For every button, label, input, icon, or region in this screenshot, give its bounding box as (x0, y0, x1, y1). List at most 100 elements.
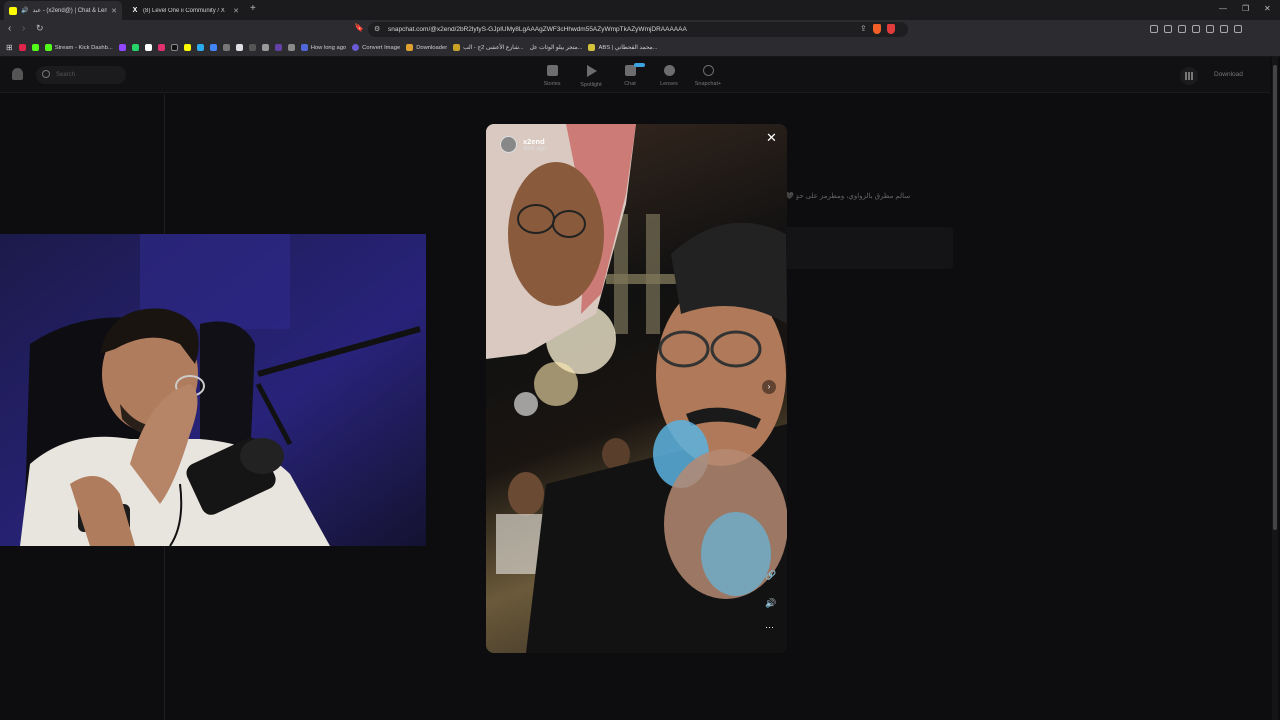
bookmark-favicon-icon (287, 44, 295, 51)
story-user[interactable]: x2end 49m ago (500, 136, 546, 153)
search-input[interactable]: Search (36, 66, 126, 84)
tab-snapchat[interactable]: 🔊 عبد - (x2end@) | Chat & Lenses ✕ (4, 1, 122, 20)
speaker-icon: 🔊 (21, 8, 29, 14)
bookmark-item[interactable]: شارع الأعشى 2ج - الب... (453, 44, 524, 51)
apps-grid-icon[interactable]: ⊞ (6, 43, 13, 52)
bookmark-item[interactable] (235, 44, 243, 51)
new-tab-button[interactable]: + (250, 3, 256, 14)
tab-x[interactable]: X (8) Level One ii Community / X ✕ (126, 1, 244, 20)
search-placeholder: Search (56, 72, 76, 78)
avatar[interactable] (500, 136, 517, 153)
nav-chat[interactable]: Chat (610, 63, 650, 87)
minimize-icon[interactable]: — (1219, 4, 1227, 13)
bookmark-item[interactable]: How long ago (300, 44, 346, 51)
webcam-overlay (0, 234, 426, 546)
snapchat-logo-icon[interactable] (12, 68, 23, 80)
sidebar-icon[interactable] (1192, 25, 1200, 33)
bookmark-item[interactable] (31, 44, 39, 51)
address-bar: ‹ › ↻ 🔖 ⚙ snapchat.com/@x2end/2bR2lytyS-… (0, 20, 1280, 39)
background-card (760, 227, 953, 269)
bookmark-item[interactable] (118, 44, 126, 51)
x-icon (144, 44, 152, 51)
bookmark-item[interactable] (248, 44, 256, 51)
site-info-icon[interactable]: ⚙ (374, 25, 380, 33)
extension-icon[interactable] (1150, 25, 1158, 33)
bookmark-item[interactable] (274, 44, 282, 51)
reload-icon[interactable]: ↻ (36, 23, 44, 34)
bookmark-item[interactable]: ABS | محمد القحطاني... (588, 44, 658, 51)
nav-label: Snapchat+ (694, 81, 722, 87)
nav-stories[interactable]: Stories (532, 65, 572, 87)
bookmark-label: Convert Image (362, 44, 401, 51)
restore-icon[interactable]: ❐ (1242, 4, 1249, 13)
bookmark-icon[interactable]: 🔖 (354, 23, 364, 32)
volume-icon[interactable]: 🔊 (765, 598, 776, 609)
bookmark-item[interactable] (144, 44, 152, 51)
user-info: x2end 49m ago (523, 137, 546, 152)
bookmark-item[interactable] (18, 44, 26, 51)
brave-shield-icon[interactable] (872, 24, 881, 34)
back-icon[interactable]: ‹ (8, 23, 11, 34)
background-caption: سالم مطرق بالزواوي، ومطرمز على حدٍ 🖤 (785, 193, 911, 200)
browser-tab-bar: 🔊 عبد - (x2end@) | Chat & Lenses ✕ X (8)… (0, 0, 1280, 20)
instagram-icon (157, 44, 165, 51)
bookmark-label: ABS | محمد القحطاني... (598, 44, 658, 51)
tab-close-icon[interactable]: ✕ (233, 7, 239, 15)
chat-icon (624, 65, 636, 76)
stories-icon (546, 65, 558, 76)
bookmark-item[interactable] (157, 44, 165, 51)
bookmark-item[interactable] (287, 44, 295, 51)
bookmark-item[interactable]: Convert Image (352, 44, 400, 51)
more-icon[interactable]: ⋯ (765, 622, 774, 633)
nav-spotlight[interactable]: Spotlight (571, 65, 611, 88)
nav-lenses[interactable]: Lenses (649, 65, 689, 87)
forward-icon[interactable]: › (22, 23, 25, 34)
play-icon (587, 65, 597, 77)
nav-label: Chat (624, 81, 636, 87)
page-scrollbar[interactable] (1272, 57, 1278, 720)
bookmark-item[interactable] (196, 44, 204, 51)
story-viewer[interactable]: x2end 49m ago ✕ › 🔗 🔊 ⋯ (486, 124, 787, 653)
clock-icon (300, 44, 308, 51)
bookmark-item[interactable] (183, 44, 191, 51)
vpn-icon[interactable] (1220, 25, 1228, 33)
chevron-right-icon[interactable]: › (762, 380, 776, 394)
link-icon[interactable]: 🔗 (765, 570, 776, 581)
url-text: snapchat.com/@x2end/2bR2lytyS-GJpIUMy8Lg… (388, 26, 687, 33)
twitch-icon (118, 44, 126, 51)
bookmark-favicon-icon (235, 44, 243, 51)
bookmark-label: Downloader (416, 44, 448, 51)
wallet-icon[interactable] (1206, 25, 1214, 33)
bookmark-item[interactable] (261, 44, 269, 51)
webcam-image (0, 234, 426, 546)
bookmark-item[interactable] (170, 44, 178, 51)
scrollbar-thumb[interactable] (1273, 65, 1277, 530)
bookmarks-bar: ⊞ Stream - Kick Dashb... How long ago Co… (0, 39, 1280, 57)
window-close-icon[interactable]: ✕ (1264, 4, 1271, 13)
bookmark-item[interactable] (131, 44, 139, 51)
bookmark-item[interactable]: متجر بيلو الوثات عل... (530, 45, 583, 51)
rewards-icon[interactable] (886, 24, 895, 34)
music-icon[interactable] (1178, 25, 1186, 33)
bookmark-label: Stream - Kick Dashb... (54, 44, 113, 51)
snapchat-favicon-icon (9, 6, 17, 15)
bookmark-item[interactable]: Stream - Kick Dashb... (44, 44, 113, 51)
download-icon (406, 44, 414, 51)
menu-icon[interactable] (1234, 25, 1242, 33)
extension-icon[interactable] (1164, 25, 1172, 33)
bookmark-item[interactable]: Downloader (406, 44, 447, 51)
url-field[interactable]: ⚙ snapchat.com/@x2end/2bR2lytyS-GJpIUMy8… (368, 22, 908, 37)
x-favicon-icon: X (132, 6, 138, 14)
chat-badge (634, 63, 645, 67)
nav-snapchat-plus[interactable]: Snapchat+ (688, 65, 728, 87)
download-link[interactable]: Download (1214, 71, 1243, 78)
tab-close-icon[interactable]: ✕ (111, 7, 117, 15)
tiktok-icon (170, 44, 178, 51)
bookmark-item[interactable] (222, 44, 230, 51)
bookmark-favicon-icon (248, 44, 256, 51)
username[interactable]: x2end (523, 137, 546, 146)
share-icon[interactable]: ⇪ (860, 24, 867, 34)
bookmark-item[interactable] (209, 44, 217, 51)
close-icon[interactable]: ✕ (766, 130, 777, 146)
apps-grid-button[interactable] (1180, 67, 1198, 85)
